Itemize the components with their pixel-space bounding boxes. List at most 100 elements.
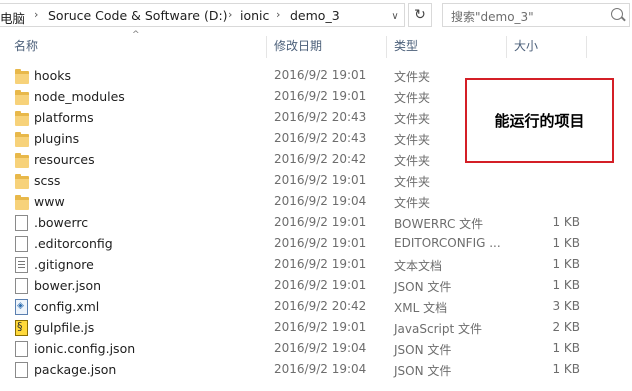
- xml-file-icon: [15, 299, 28, 315]
- file-name: ionic.config.json: [34, 341, 136, 356]
- folder-icon: [15, 90, 29, 105]
- breadcrumb-ionic[interactable]: ionic: [240, 8, 269, 23]
- file-date: 2016/9/2 20:43: [274, 131, 367, 145]
- file-row[interactable]: .editorconfig 2016/9/2 19:01 EDITORCONFIG …: [10, 233, 630, 254]
- column-type[interactable]: 类型: [394, 32, 418, 60]
- file-name: .gitignore: [34, 257, 94, 272]
- file-type: 文件夹: [394, 175, 431, 189]
- file-row[interactable]: ionic.config.json 2016/9/2 19:04 JSON 文件 1 …: [10, 338, 630, 359]
- breadcrumb-computer[interactable]: 电脑: [0, 8, 25, 27]
- file-date: 2016/9/2 19:01: [274, 68, 367, 82]
- folder-icon: [15, 195, 29, 210]
- file-date: 2016/9/2 19:01: [274, 89, 367, 103]
- sort-ascending-icon: ^: [132, 30, 140, 40]
- file-date: 2016/9/2 19:01: [274, 278, 367, 292]
- file-name: config.xml: [34, 299, 100, 314]
- folder-icon: [15, 69, 29, 84]
- refresh-icon: ↻: [414, 7, 426, 23]
- file-size: 1 KB: [552, 257, 580, 271]
- breadcrumb[interactable]: 电脑 › Soruce Code & Software (D:) › ionic…: [0, 3, 405, 27]
- file-size: 1 KB: [552, 362, 580, 376]
- breadcrumb-drive[interactable]: Soruce Code & Software (D:): [48, 8, 228, 23]
- file-type: BOWERRC 文件: [394, 217, 484, 231]
- file-icon: [15, 278, 28, 294]
- file-size: 1 KB: [552, 236, 580, 250]
- column-divider[interactable]: [386, 36, 387, 58]
- search-input[interactable]: 搜索"demo_3": [442, 3, 630, 27]
- file-type: 文本文档: [394, 259, 443, 273]
- search-icon: [611, 8, 623, 20]
- column-divider[interactable]: [266, 36, 267, 58]
- js-file-icon: [15, 320, 28, 336]
- file-row[interactable]: package.json 2016/9/2 19:04 JSON 文件 1 KB: [10, 359, 630, 380]
- file-icon: [15, 362, 28, 378]
- file-name: .editorconfig: [34, 236, 113, 251]
- refresh-button[interactable]: ↻: [408, 3, 432, 27]
- file-name: platforms: [34, 110, 94, 125]
- file-type: EDITORCONFIG ...: [394, 236, 501, 250]
- column-date[interactable]: 修改日期: [274, 32, 322, 60]
- file-type: 文件夹: [394, 154, 431, 168]
- file-icon: [15, 236, 28, 252]
- file-size: 2 KB: [552, 320, 580, 334]
- file-name: hooks: [34, 68, 71, 83]
- file-type: JavaScript 文件: [394, 322, 482, 336]
- breadcrumb-demo3[interactable]: demo_3: [290, 8, 340, 23]
- file-icon: [15, 215, 28, 231]
- file-type: JSON 文件: [394, 280, 452, 294]
- file-date: 2016/9/2 19:01: [274, 236, 367, 250]
- file-date: 2016/9/2 19:01: [274, 215, 367, 229]
- file-name: node_modules: [34, 89, 125, 104]
- file-row[interactable]: scss 2016/9/2 19:01 文件夹: [10, 170, 630, 191]
- breadcrumb-separator[interactable]: ›: [34, 8, 38, 21]
- file-type: 文件夹: [394, 196, 431, 210]
- search-placeholder: 搜索"demo_3": [451, 10, 534, 24]
- file-icon: [15, 341, 28, 357]
- file-type: 文件夹: [394, 70, 431, 84]
- file-name: scss: [34, 173, 61, 188]
- text-file-icon: [15, 257, 28, 273]
- file-size: 1 KB: [552, 215, 580, 229]
- file-type: JSON 文件: [394, 364, 452, 378]
- file-date: 2016/9/2 19:04: [274, 362, 367, 376]
- annotation-box: 能运行的项目: [465, 78, 614, 163]
- folder-icon: [15, 111, 29, 126]
- file-date: 2016/9/2 19:01: [274, 173, 367, 187]
- file-size: 1 KB: [552, 341, 580, 355]
- column-size[interactable]: 大小: [514, 32, 538, 60]
- file-name: gulpfile.js: [34, 320, 95, 335]
- annotation-text: 能运行的项目: [494, 112, 585, 130]
- file-type: 文件夹: [394, 91, 431, 105]
- file-type: 文件夹: [394, 133, 431, 147]
- file-row[interactable]: .bowerrc 2016/9/2 19:01 BOWERRC 文件 1 KB: [10, 212, 630, 233]
- column-name[interactable]: 名称: [14, 32, 38, 60]
- file-date: 2016/9/2 20:42: [274, 299, 367, 313]
- column-divider[interactable]: [586, 36, 587, 58]
- file-type: 文件夹: [394, 112, 431, 126]
- file-row[interactable]: www 2016/9/2 19:04 文件夹: [10, 191, 630, 212]
- address-dropdown-icon[interactable]: ∨: [386, 7, 404, 27]
- file-type: XML 文档: [394, 301, 448, 315]
- file-date: 2016/9/2 20:43: [274, 110, 367, 124]
- folder-icon: [15, 153, 29, 168]
- file-row[interactable]: gulpfile.js 2016/9/2 19:01 JavaScript 文件 2 …: [10, 317, 630, 338]
- file-name: www: [34, 194, 65, 209]
- column-divider[interactable]: [506, 36, 507, 58]
- file-type: JSON 文件: [394, 343, 452, 357]
- file-row[interactable]: bower.json 2016/9/2 19:01 JSON 文件 1 KB: [10, 275, 630, 296]
- column-header: ^ 名称 修改日期 类型 大小: [0, 30, 632, 60]
- file-name: plugins: [34, 131, 80, 146]
- file-name: package.json: [34, 362, 117, 377]
- file-row[interactable]: config.xml 2016/9/2 20:42 XML 文档 3 KB: [10, 296, 630, 317]
- file-date: 2016/9/2 19:01: [274, 320, 367, 334]
- address-bar: 电脑 › Soruce Code & Software (D:) › ionic…: [0, 0, 632, 30]
- file-name: .bowerrc: [34, 215, 89, 230]
- folder-icon: [15, 174, 29, 189]
- folder-icon: [15, 132, 29, 147]
- file-row[interactable]: .gitignore 2016/9/2 19:01 文本文档 1 KB: [10, 254, 630, 275]
- breadcrumb-separator[interactable]: ›: [276, 8, 280, 21]
- file-date: 2016/9/2 19:04: [274, 341, 367, 355]
- file-date: 2016/9/2 20:42: [274, 152, 367, 166]
- file-size: 3 KB: [552, 299, 580, 313]
- breadcrumb-separator[interactable]: ›: [228, 8, 232, 21]
